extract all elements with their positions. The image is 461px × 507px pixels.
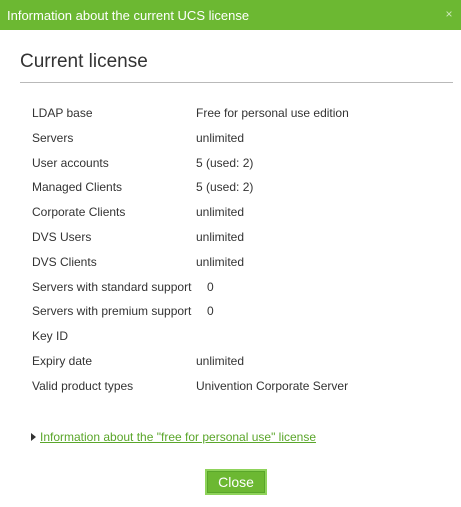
- row-label: DVS Users: [32, 229, 92, 244]
- close-button[interactable]: Close: [205, 469, 267, 495]
- row-valid-product-types: Valid product types Univention Corporate…: [32, 379, 452, 404]
- row-premium-support: Servers with premium support 0: [32, 304, 452, 329]
- row-corporate-clients: Corporate Clients unlimited: [32, 205, 452, 230]
- row-value: unlimited: [196, 254, 245, 269]
- row-value: unlimited: [196, 353, 245, 368]
- row-value: unlimited: [196, 130, 245, 145]
- free-license-info-link[interactable]: Information about the "free for personal…: [40, 430, 316, 444]
- row-managed-clients: Managed Clients 5 (used: 2): [32, 180, 452, 205]
- row-user-accounts: User accounts 5 (used: 2): [32, 156, 452, 181]
- row-label: Valid product types: [32, 378, 134, 393]
- row-dvs-users: DVS Users unlimited: [32, 230, 452, 255]
- dialog-titlebar: Information about the current UCS licens…: [0, 0, 461, 30]
- row-value: 5 (used: 2): [196, 180, 254, 195]
- row-label: Managed Clients: [32, 180, 123, 195]
- row-value: unlimited: [196, 205, 245, 220]
- row-label: Servers: [32, 130, 74, 145]
- section-heading: Current license: [20, 51, 148, 72]
- row-standard-support: Servers with standard support 0: [32, 280, 452, 305]
- row-dvs-clients: DVS Clients unlimited: [32, 255, 452, 280]
- heading-divider: [20, 82, 453, 83]
- row-ldap-base: LDAP base Free for personal use edition: [32, 106, 452, 131]
- row-value: Univention Corporate Server: [196, 378, 349, 393]
- license-dialog: Information about the current UCS licens…: [0, 0, 461, 507]
- license-details: LDAP base Free for personal use edition …: [32, 106, 452, 404]
- info-link-row: Information about the "free for personal…: [31, 430, 316, 444]
- row-expiry-date: Expiry date unlimited: [32, 354, 452, 379]
- row-label: Key ID: [32, 329, 69, 344]
- row-label: Servers with premium support: [32, 304, 192, 319]
- row-servers: Servers unlimited: [32, 131, 452, 156]
- row-label: DVS Clients: [32, 254, 97, 269]
- row-label: Servers with standard support: [32, 279, 192, 294]
- row-label: Corporate Clients: [32, 205, 126, 220]
- triangle-right-icon: [31, 433, 36, 441]
- row-label: User accounts: [32, 155, 109, 170]
- row-value: unlimited: [196, 229, 245, 244]
- row-value: 5 (used: 2): [196, 155, 254, 170]
- close-icon[interactable]: ×: [443, 8, 455, 20]
- row-label: LDAP base: [32, 106, 93, 120]
- row-value: 0: [207, 304, 214, 319]
- dialog-title: Information about the current UCS licens…: [7, 7, 250, 23]
- row-value: Free for personal use edition: [196, 106, 349, 120]
- row-label: Expiry date: [32, 353, 93, 368]
- row-value: 0: [207, 279, 214, 294]
- row-key-id: Key ID: [32, 329, 452, 354]
